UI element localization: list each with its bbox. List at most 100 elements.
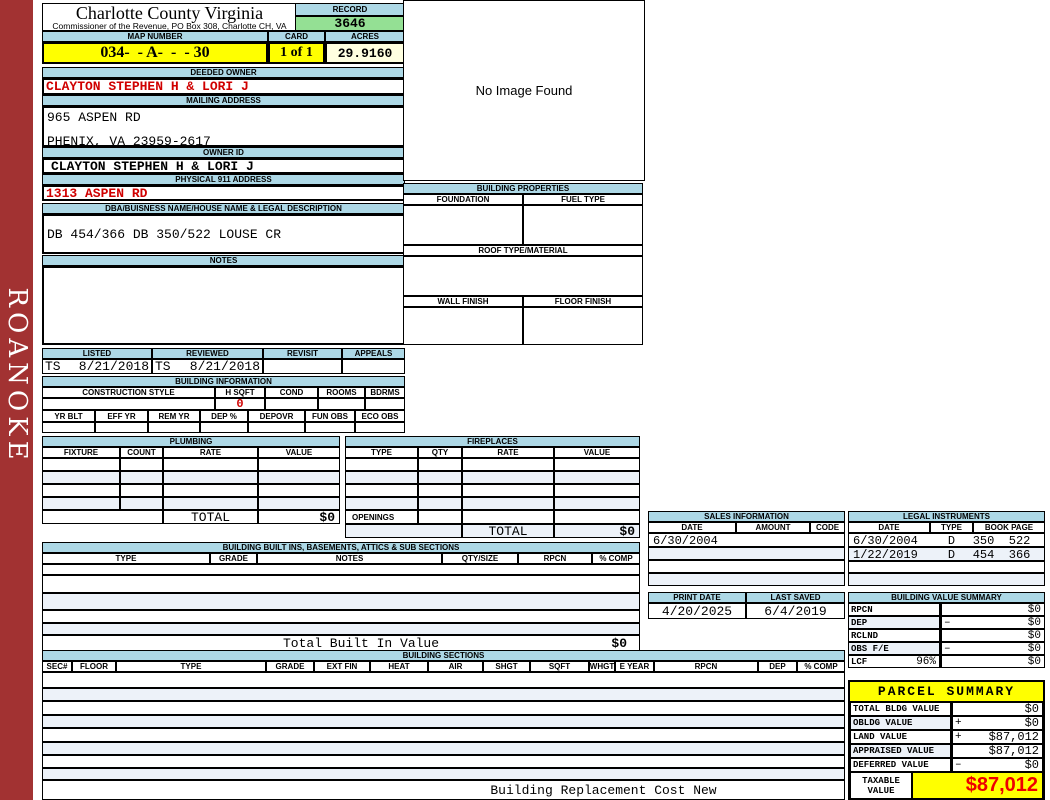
county-subtitle: Commissioner of the Revenue, PO Box 308,…	[43, 22, 296, 31]
built-ins-table: BUILDING BUILT INS, BASEMENTS, ATTICS & …	[42, 542, 640, 652]
rooms-label: ROOMS	[318, 387, 365, 398]
parcel-row: LAND VALUE +$87,012	[850, 730, 1043, 744]
deeded-owner-value: CLAYTON STEPHEN H & LORI J	[42, 78, 405, 95]
parcel-summary-title: PARCEL SUMMARY	[850, 682, 1043, 702]
bs-col-rpcn: RPCN	[654, 661, 758, 672]
legal-instruments-table: LEGAL INSTRUMENTS DATE TYPE BOOK PAGE 6/…	[848, 511, 1045, 586]
parcel-op: +	[953, 717, 965, 729]
revisit-label: REVISIT	[263, 348, 342, 359]
bs-col-e-year: E YEAR	[615, 661, 654, 672]
building-info-header-row2: YR BLT EFF YR REM YR DEP % DEPOVR FUN OB…	[42, 410, 405, 422]
rem-yr-label: REM YR	[148, 410, 200, 422]
map-number-value: 034- - A- - - 30	[42, 42, 268, 64]
record-box: RECORD 3646	[295, 3, 405, 31]
plumbing-row	[42, 484, 340, 497]
sales-information-table: SALES INFORMATION DATE AMOUNT CODE 6/30/…	[648, 511, 845, 586]
legal-book-page: 454 366	[973, 548, 1044, 560]
review-header-row: LISTED REVIEWED REVISIT APPEALS	[42, 348, 405, 359]
parcel-row: DEFERRED VALUE –$0	[850, 758, 1043, 772]
building-properties-title: BUILDING PROPERTIES	[403, 183, 643, 194]
fireplaces-total-row: TOTAL $0	[345, 524, 640, 538]
reviewed-date: 8/21/2018	[190, 359, 260, 374]
plumbing-total-label: TOTAL	[163, 510, 258, 524]
bvs-value: $0	[956, 617, 1044, 628]
building-sections-table: BUILDING SECTIONS SEC# FLOOR TYPE GRADE …	[42, 650, 845, 800]
bvs-label: RCLND	[851, 631, 878, 641]
bvs-row: DEP –$0	[848, 616, 1045, 629]
legal-instruments-title: LEGAL INSTRUMENTS	[848, 511, 1045, 522]
parcel-label: OBLDG VALUE	[850, 716, 951, 730]
county-title: Charlotte County Virginia	[43, 5, 296, 22]
bvs-pct: 96%	[916, 656, 936, 668]
card-label: CARD	[268, 31, 325, 42]
bvs-row: LCF96% $0	[848, 655, 1045, 668]
physical-address-value: 1313 ASPEN RD	[42, 185, 405, 201]
legal-col-type: TYPE	[930, 522, 973, 533]
cond-value	[265, 398, 318, 410]
wall-finish-label: WALL FINISH	[403, 296, 523, 307]
legal-row	[848, 561, 1045, 573]
mailing-address-line1: 965 ASPEN RD	[44, 108, 403, 125]
plumbing-row	[42, 497, 340, 510]
sales-row	[648, 573, 845, 586]
plumbing-col-value: VALUE	[258, 447, 340, 458]
fireplaces-row	[345, 471, 640, 484]
parcel-op	[953, 703, 965, 715]
roof-type-value	[403, 256, 643, 296]
parcel-row: APPRAISED VALUE $87,012	[850, 744, 1043, 758]
bvs-value: $0	[956, 643, 1044, 654]
construction-style-value	[42, 398, 215, 410]
parcel-value: $0	[965, 717, 1042, 729]
bs-col-sec: SEC#	[42, 661, 72, 672]
fireplaces-col-rate: RATE	[462, 447, 554, 458]
bvs-op	[942, 630, 956, 641]
building-info-header-row1: CONSTRUCTION STYLE H SQFT COND ROOMS BDR…	[42, 387, 405, 398]
record-label: RECORD	[295, 3, 405, 16]
eco-obs-label: ECO OBS	[355, 410, 405, 422]
bs-col-grade: GRADE	[266, 661, 314, 672]
last-saved-value: 6/4/2019	[746, 603, 845, 619]
parcel-value: $87,012	[965, 731, 1042, 743]
parcel-summary: PARCEL SUMMARY TOTAL BLDG VALUE $0 OBLDG…	[848, 680, 1045, 800]
locality-sidebar: ROANOKE	[0, 0, 33, 800]
h-sqft-value: 0	[215, 398, 265, 410]
rooms-value	[318, 398, 365, 410]
notes-box	[42, 266, 405, 345]
bvs-label: OBS F/E	[851, 644, 889, 654]
sales-row	[648, 547, 845, 560]
mailing-address-line2: PHENIX, VA 23959-2617	[44, 125, 403, 149]
bvs-op: –	[942, 617, 956, 628]
owner-id-value: CLAYTON STEPHEN H & LORI J	[42, 158, 405, 174]
deeded-owner-label: DEEDED OWNER	[42, 67, 405, 78]
built-ins-row	[42, 623, 640, 635]
sales-amount	[736, 534, 809, 546]
legal-row: 6/30/2004 D 350 522	[848, 533, 1045, 547]
parcel-op	[953, 745, 965, 757]
building-sections-row	[42, 701, 845, 715]
fireplaces-total-value: $0	[554, 524, 640, 538]
building-information-title: BUILDING INFORMATION	[42, 376, 405, 387]
fuel-type-value	[523, 205, 643, 245]
last-saved-label: LAST SAVED	[746, 592, 845, 603]
dep-pct-label: DEP %	[200, 410, 248, 422]
sales-code	[809, 534, 844, 546]
plumbing-row	[42, 471, 340, 484]
building-sections-row	[42, 755, 845, 768]
appeals-label: APPEALS	[342, 348, 405, 359]
legal-col-date: DATE	[848, 522, 930, 533]
bs-col-sqft: SQFT	[530, 661, 589, 672]
bvs-row: OBS F/E –$0	[848, 642, 1045, 655]
legal-description-value: DB 454/366 DB 350/522 LOUSE CR	[42, 214, 405, 254]
acres-value: 29.9160	[325, 42, 405, 64]
foundation-label: FOUNDATION	[403, 194, 523, 205]
listed-label: LISTED	[42, 348, 152, 359]
built-ins-total-value: $0	[439, 636, 639, 651]
legal-book-page: 350 522	[973, 534, 1044, 546]
bvs-op: –	[942, 643, 956, 654]
parcel-op: –	[953, 759, 965, 771]
wall-finish-value	[403, 307, 523, 345]
legal-type: D	[930, 548, 973, 560]
bvs-label: DEP	[851, 618, 867, 628]
built-ins-title: BUILDING BUILT INS, BASEMENTS, ATTICS & …	[42, 542, 640, 553]
bs-col-air: AIR	[428, 661, 483, 672]
